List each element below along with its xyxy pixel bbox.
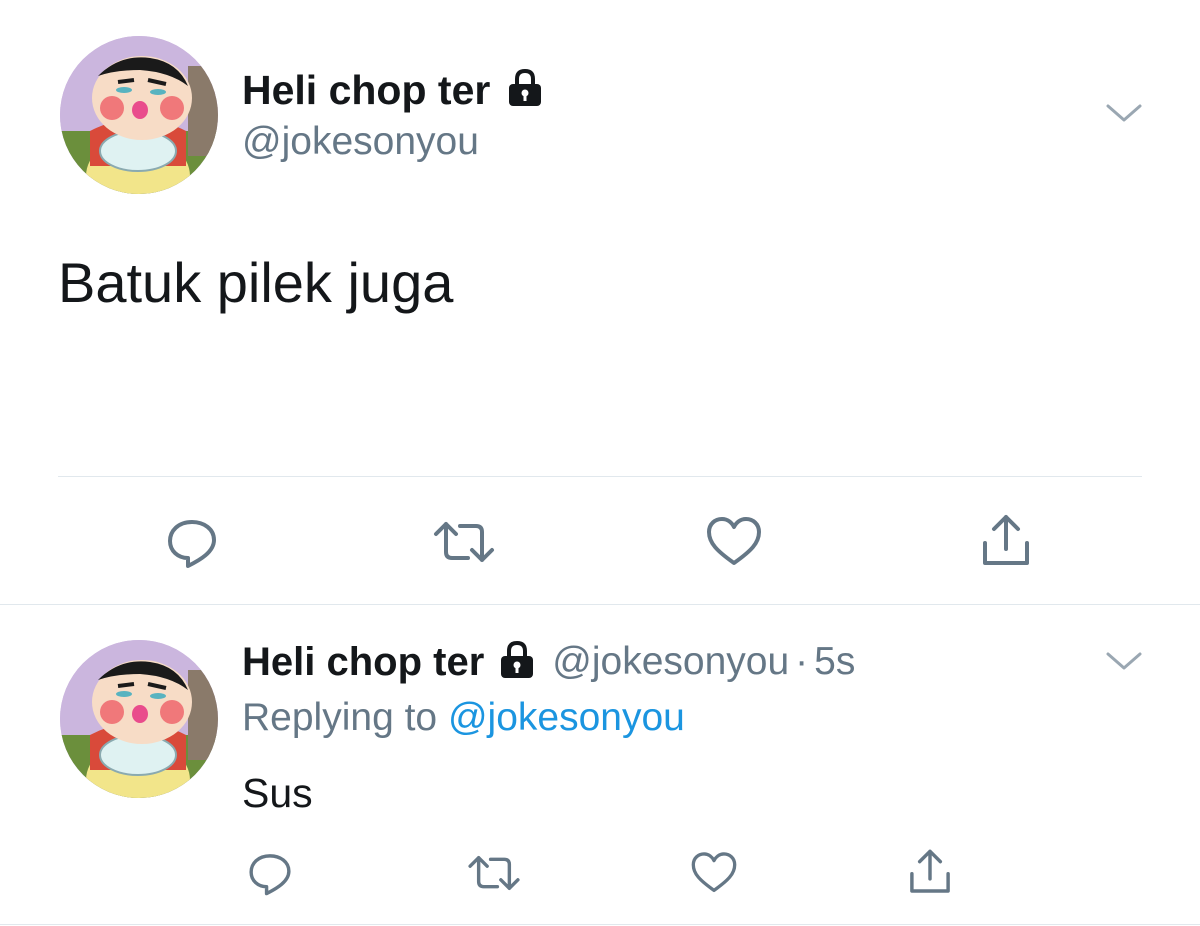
reply-handle[interactable]: @jokesonyou [552, 640, 789, 684]
retweet-icon[interactable] [428, 512, 500, 572]
like-icon[interactable] [702, 512, 766, 572]
reply-tweet-text: Sus [242, 770, 313, 816]
replying-to-link[interactable]: @jokesonyou [448, 696, 685, 739]
cartoon-avatar-icon [60, 640, 218, 798]
tweet-divider [0, 604, 1200, 605]
like-icon[interactable] [684, 848, 744, 898]
main-avatar[interactable] [60, 36, 218, 194]
lock-icon [496, 639, 538, 686]
time-separator: · [795, 640, 809, 683]
cartoon-avatar-icon [60, 36, 218, 194]
bottom-divider [0, 924, 1200, 925]
main-handle[interactable]: @jokesonyou [242, 120, 479, 164]
share-icon[interactable] [900, 846, 960, 898]
reply-icon[interactable] [240, 848, 300, 898]
lock-icon [504, 67, 546, 114]
reply-icon[interactable] [160, 512, 224, 572]
retweet-icon[interactable] [462, 848, 526, 898]
reply-display-name[interactable]: Heli chop ter [242, 640, 484, 685]
chevron-down-icon[interactable] [1104, 648, 1144, 679]
reply-avatar[interactable] [60, 640, 218, 798]
chevron-down-icon[interactable] [1104, 100, 1144, 131]
main-tweet-text: Batuk pilek juga [58, 251, 454, 314]
share-icon[interactable] [974, 510, 1038, 572]
main-actions-divider [58, 476, 1142, 477]
tweet-timestamp[interactable]: 5s [814, 640, 855, 684]
replying-to-label: Replying to [242, 696, 438, 739]
main-display-name[interactable]: Heli chop ter [242, 67, 490, 114]
